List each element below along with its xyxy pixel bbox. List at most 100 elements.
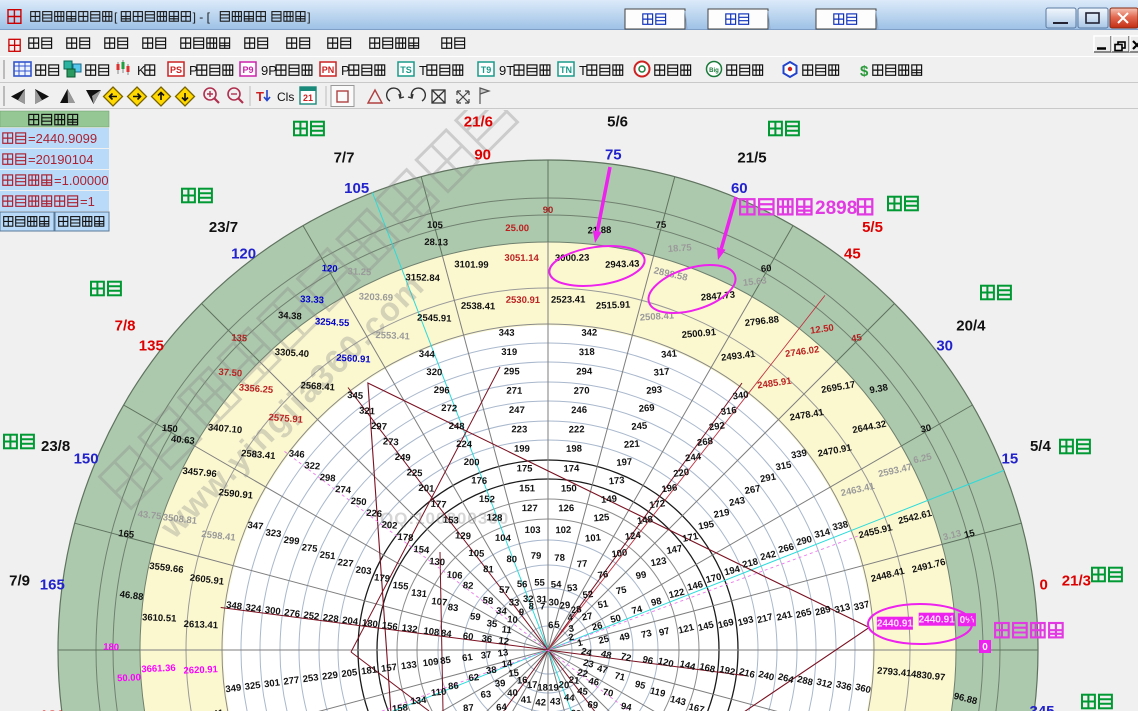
svg-text:131: 131 bbox=[410, 588, 428, 601]
svg-text:246: 246 bbox=[571, 405, 587, 416]
svg-text:249: 249 bbox=[394, 452, 410, 464]
svg-text:277: 277 bbox=[283, 675, 300, 688]
svg-text:9P: 9P bbox=[261, 63, 277, 78]
svg-text:165: 165 bbox=[118, 528, 136, 541]
svg-text:345: 345 bbox=[347, 390, 364, 402]
svg-text:229: 229 bbox=[322, 670, 339, 683]
svg-text:75: 75 bbox=[655, 220, 667, 232]
svg-text:5/5: 5/5 bbox=[862, 219, 883, 236]
svg-text:296: 296 bbox=[434, 385, 450, 397]
svg-text:6: 6 bbox=[548, 620, 554, 631]
svg-text:50.00: 50.00 bbox=[117, 672, 141, 684]
svg-text:153: 153 bbox=[443, 515, 459, 527]
svg-text:295: 295 bbox=[504, 366, 521, 377]
svg-text:201: 201 bbox=[418, 483, 435, 495]
svg-text:T: T bbox=[419, 63, 427, 78]
svg-text:Cls: Cls bbox=[277, 90, 294, 104]
svg-text:154: 154 bbox=[413, 544, 430, 556]
svg-text:57: 57 bbox=[499, 585, 510, 597]
svg-text:292: 292 bbox=[708, 420, 725, 433]
svg-text:34.38: 34.38 bbox=[278, 310, 302, 322]
svg-text:299: 299 bbox=[283, 535, 300, 548]
svg-text:134: 134 bbox=[410, 695, 428, 708]
svg-text:2568.41: 2568.41 bbox=[300, 380, 336, 393]
svg-text:3101.99: 3101.99 bbox=[454, 259, 489, 271]
svg-text:317: 317 bbox=[653, 367, 670, 379]
svg-text:158: 158 bbox=[391, 702, 408, 711]
svg-text:2538.41: 2538.41 bbox=[461, 301, 496, 313]
svg-text:5/6: 5/6 bbox=[607, 114, 628, 131]
svg-text:110: 110 bbox=[431, 686, 447, 699]
svg-text:63: 63 bbox=[480, 689, 491, 701]
svg-text:124: 124 bbox=[624, 530, 642, 543]
svg-text:250: 250 bbox=[350, 496, 367, 508]
svg-text:301: 301 bbox=[264, 677, 282, 690]
svg-text:165: 165 bbox=[40, 577, 65, 594]
svg-text:106: 106 bbox=[446, 570, 463, 582]
svg-text:179: 179 bbox=[373, 572, 390, 585]
svg-text:151: 151 bbox=[519, 483, 536, 494]
svg-text:178: 178 bbox=[397, 532, 414, 544]
svg-text:107: 107 bbox=[431, 596, 448, 609]
svg-text:222: 222 bbox=[569, 424, 585, 435]
svg-text:27: 27 bbox=[581, 611, 593, 624]
svg-text:38: 38 bbox=[485, 665, 497, 677]
svg-text:172: 172 bbox=[649, 498, 666, 511]
svg-text:203: 203 bbox=[355, 565, 372, 578]
svg-text:293: 293 bbox=[646, 385, 663, 397]
svg-text:120: 120 bbox=[231, 245, 256, 262]
svg-text:83: 83 bbox=[447, 602, 459, 614]
svg-text:2515.91: 2515.91 bbox=[596, 300, 631, 312]
svg-text:11: 11 bbox=[501, 624, 513, 636]
svg-text:82: 82 bbox=[462, 580, 473, 592]
svg-text:318: 318 bbox=[579, 347, 595, 358]
svg-text:79: 79 bbox=[531, 551, 542, 562]
svg-text:94: 94 bbox=[620, 701, 633, 711]
svg-text:202: 202 bbox=[381, 520, 398, 532]
svg-text:176: 176 bbox=[471, 475, 487, 487]
svg-text:180: 180 bbox=[40, 707, 65, 711]
svg-text:3203.69: 3203.69 bbox=[359, 291, 394, 303]
svg-text:2440.91: 2440.91 bbox=[877, 619, 914, 630]
svg-text:3305.40: 3305.40 bbox=[274, 347, 309, 360]
svg-text:226: 226 bbox=[366, 508, 383, 520]
svg-text:64: 64 bbox=[496, 702, 508, 711]
svg-text:344: 344 bbox=[419, 349, 436, 361]
svg-text:=2440.9099: =2440.9099 bbox=[28, 131, 97, 146]
svg-text:62: 62 bbox=[468, 672, 480, 684]
svg-text:9T: 9T bbox=[499, 63, 514, 78]
svg-text:133: 133 bbox=[400, 659, 417, 672]
svg-text:245: 245 bbox=[631, 421, 648, 433]
svg-text:18.75: 18.75 bbox=[668, 242, 693, 255]
svg-text:198: 198 bbox=[566, 443, 582, 454]
svg-text:346: 346 bbox=[288, 448, 305, 460]
svg-text:3152.84: 3152.84 bbox=[405, 272, 440, 284]
svg-text:85: 85 bbox=[440, 655, 453, 667]
svg-text:29: 29 bbox=[559, 600, 570, 612]
svg-text:223: 223 bbox=[511, 424, 527, 435]
svg-text:319: 319 bbox=[501, 347, 517, 358]
svg-text:PN: PN bbox=[322, 65, 335, 75]
svg-text:33: 33 bbox=[508, 597, 519, 609]
svg-text:59: 59 bbox=[469, 611, 481, 623]
svg-text:2613.41: 2613.41 bbox=[183, 619, 218, 631]
svg-text:28: 28 bbox=[570, 604, 582, 616]
svg-text:T: T bbox=[256, 89, 264, 104]
svg-text:34: 34 bbox=[496, 606, 508, 618]
svg-text:0: 0 bbox=[982, 642, 988, 653]
svg-text:316: 316 bbox=[720, 405, 737, 418]
svg-text:225: 225 bbox=[406, 467, 423, 479]
svg-text:152: 152 bbox=[479, 494, 495, 506]
svg-text:220: 220 bbox=[673, 467, 690, 480]
svg-text:19: 19 bbox=[548, 682, 559, 693]
svg-text:270: 270 bbox=[574, 385, 590, 396]
svg-text:45: 45 bbox=[844, 245, 861, 262]
svg-text:300: 300 bbox=[264, 605, 281, 618]
svg-text:42: 42 bbox=[535, 697, 546, 708]
svg-text:100: 100 bbox=[611, 547, 628, 560]
svg-text:Big: Big bbox=[709, 68, 719, 74]
svg-text:7/9: 7/9 bbox=[9, 572, 30, 589]
svg-text:272: 272 bbox=[441, 403, 457, 415]
svg-text:343: 343 bbox=[499, 328, 515, 339]
svg-text:]: ] bbox=[307, 10, 310, 24]
